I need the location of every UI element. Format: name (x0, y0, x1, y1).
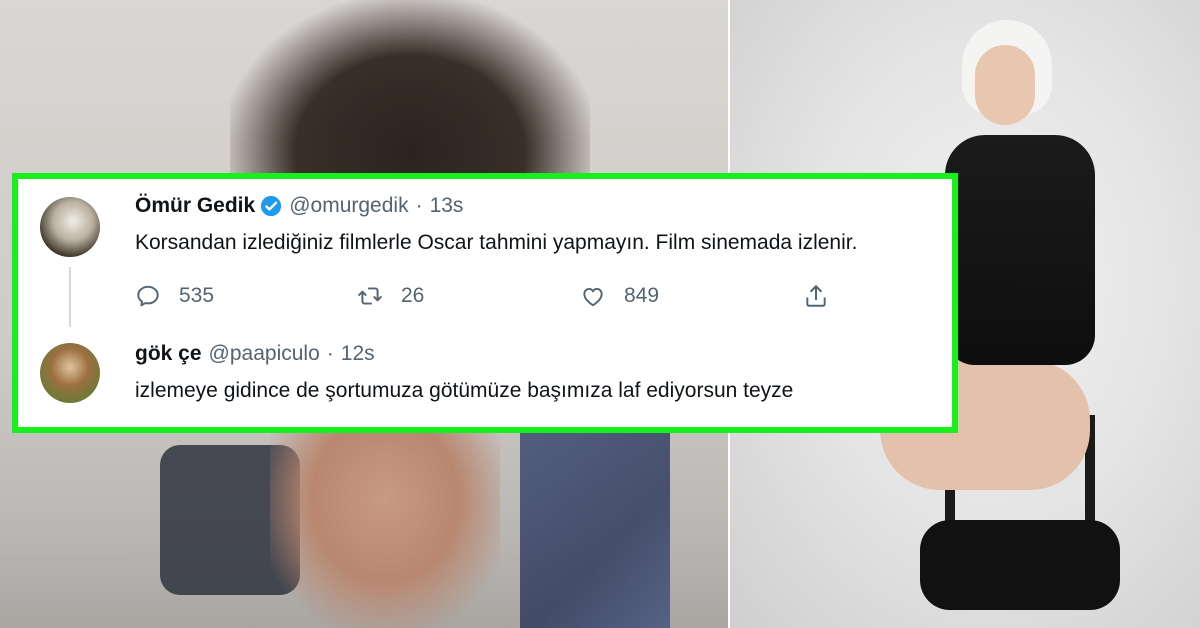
retweet-button[interactable]: 26 (357, 283, 424, 309)
timestamp[interactable]: 13s (430, 194, 464, 218)
separator: · (326, 342, 334, 365)
share-button[interactable] (803, 283, 847, 309)
photo-face (975, 45, 1035, 125)
like-button[interactable]: 849 (580, 283, 659, 309)
retweet-icon (358, 287, 382, 305)
tweet-header: gök çe @paapiculo · 12s (135, 339, 375, 369)
tweet-header: Ömür Gedik @omurgedik · 13s (135, 191, 463, 221)
thread-connector-line (69, 267, 71, 327)
photo-boots (920, 520, 1120, 610)
photo-figure-top (230, 0, 590, 190)
tweet-actions: 535 26 849 (135, 283, 835, 313)
display-name[interactable]: gök çe (135, 342, 202, 366)
tweet-text: Korsandan izlediğiniz filmlerle Oscar ta… (135, 231, 858, 254)
handle[interactable]: @omurgedik (289, 194, 408, 218)
tweet-screenshot-card: Ömür Gedik @omurgedik · 13s Korsandan iz… (12, 173, 958, 433)
handle[interactable]: @paapiculo (209, 342, 320, 366)
verified-badge-icon (260, 195, 282, 217)
photo-stroller (520, 430, 670, 628)
reply-button[interactable]: 535 (135, 283, 214, 309)
display-name[interactable]: Ömür Gedik (135, 194, 255, 218)
retweet-count: 26 (401, 284, 425, 307)
avatar[interactable] (40, 343, 100, 403)
separator: · (415, 194, 423, 217)
avatar[interactable] (40, 197, 100, 257)
timestamp[interactable]: 12s (341, 342, 375, 366)
share-icon (806, 285, 826, 307)
photo-dress (945, 135, 1095, 365)
like-icon (583, 287, 603, 307)
like-count: 849 (624, 284, 660, 307)
tweet-text: izlemeye gidince de şortumuza götümüze b… (135, 379, 794, 402)
photo-figure-legs (270, 430, 500, 628)
reply-count: 535 (179, 284, 215, 307)
reply-icon (137, 285, 159, 307)
